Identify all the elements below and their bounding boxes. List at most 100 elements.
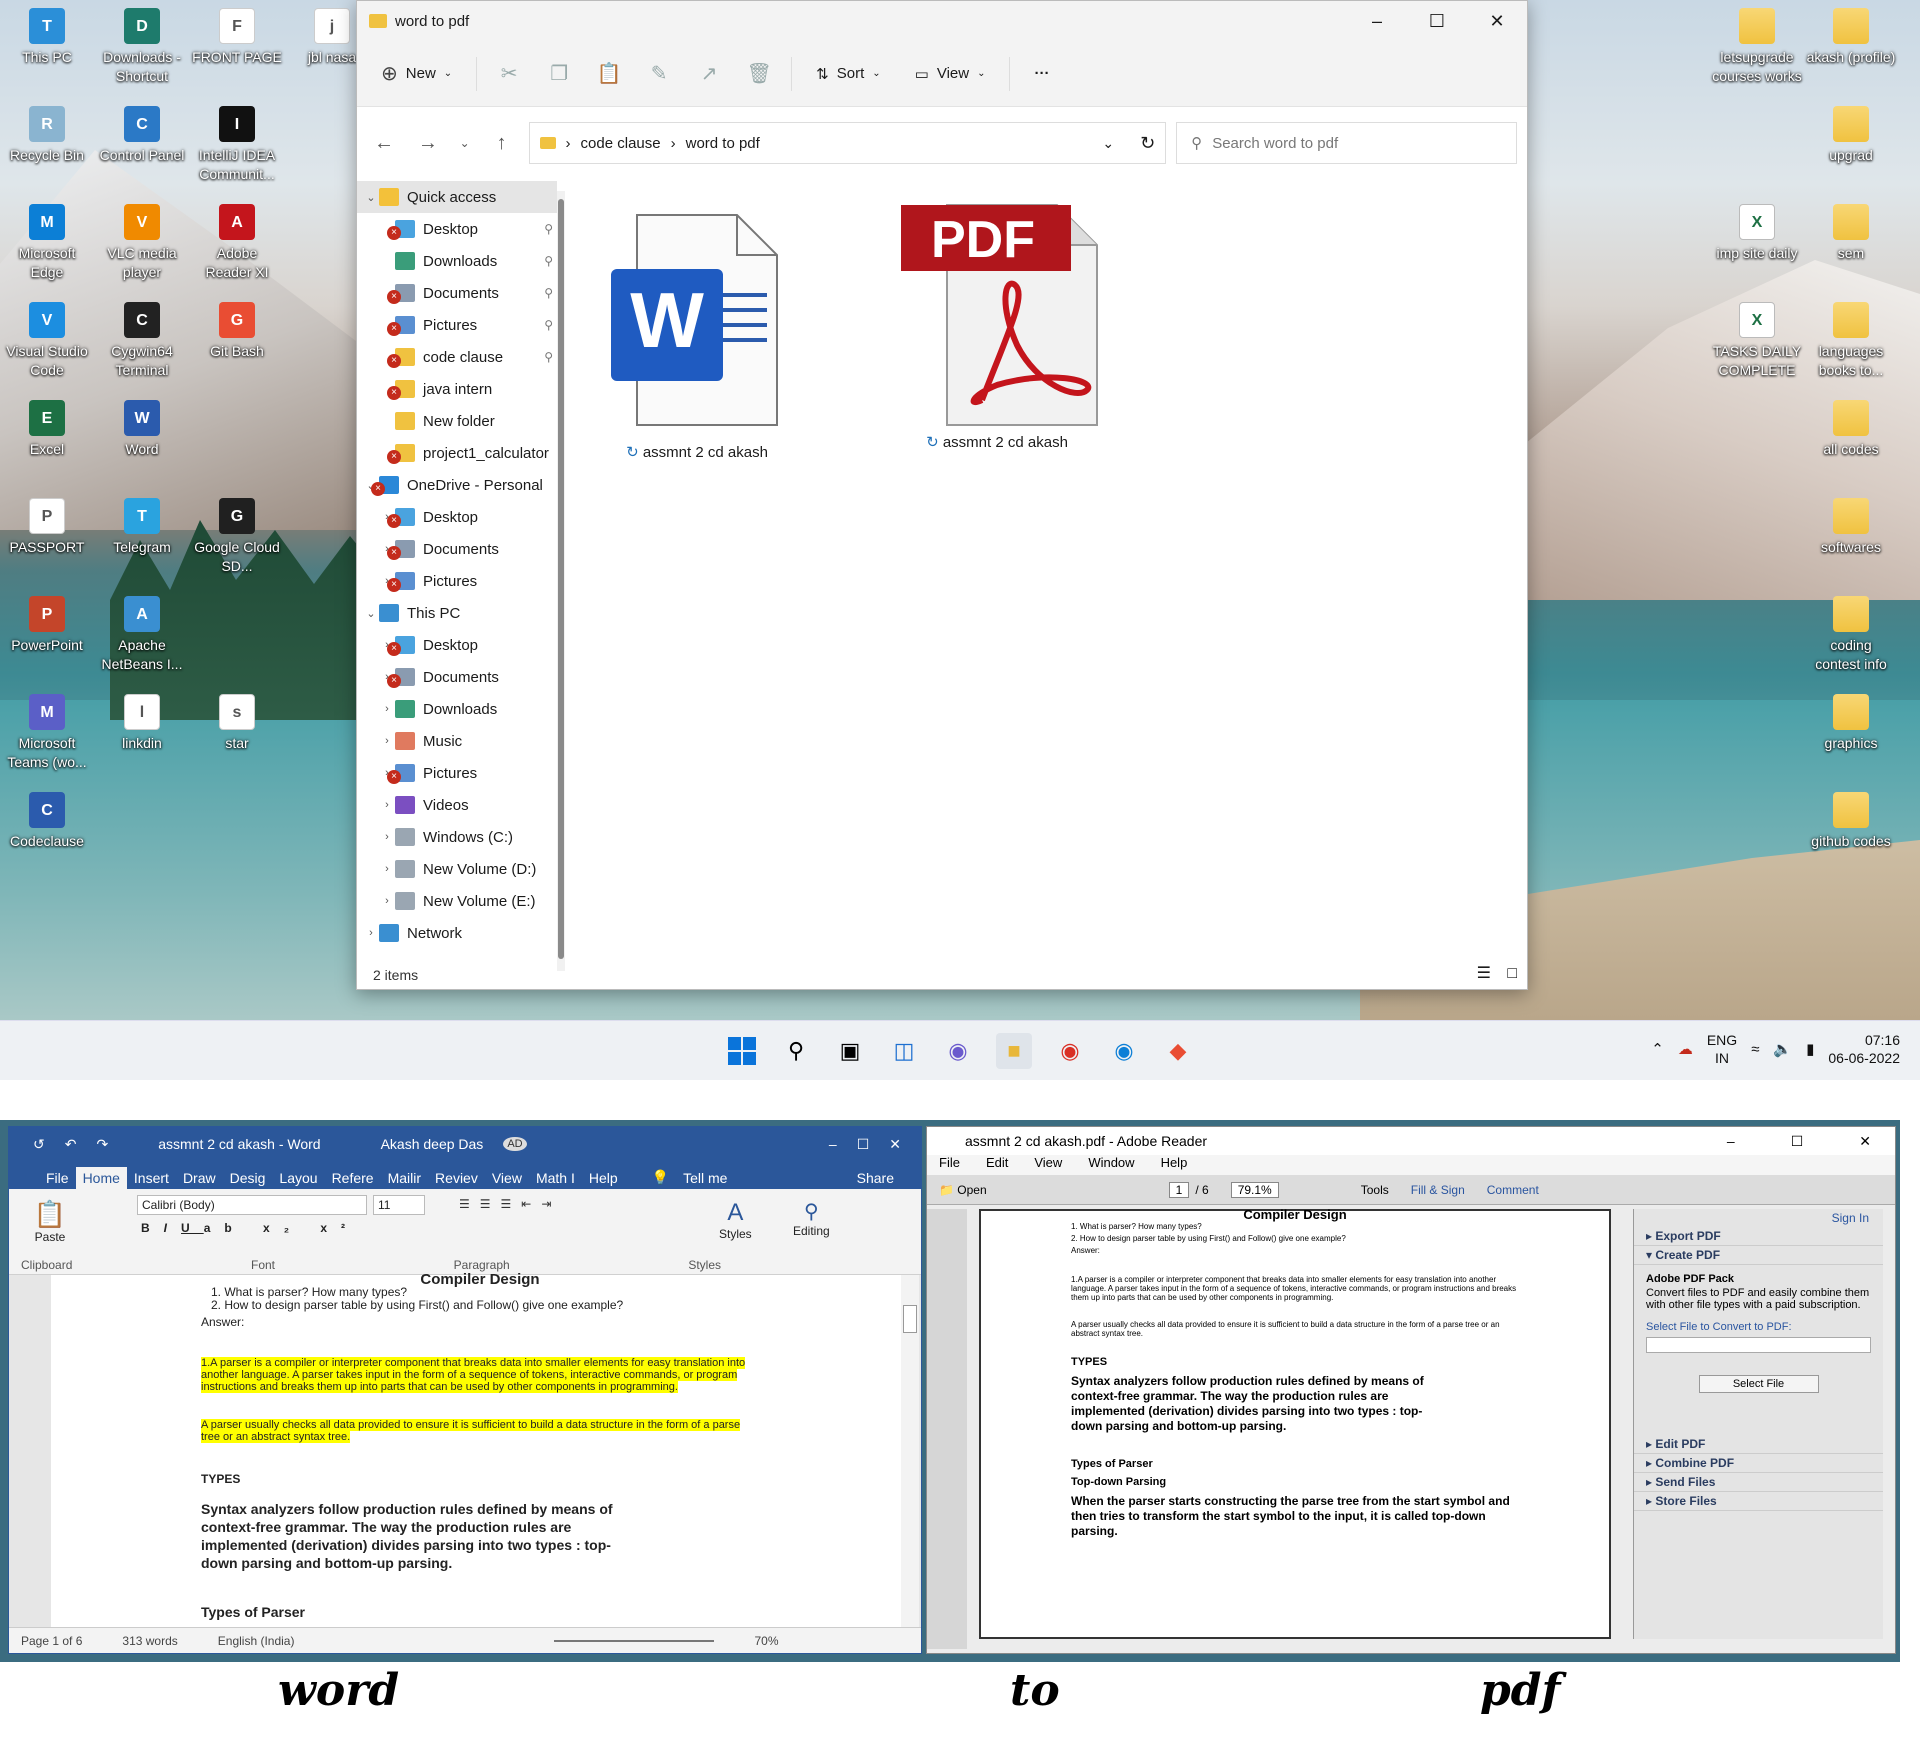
paragraph-buttons[interactable]: ☰☰☰⇤⇥ — [459, 1197, 561, 1211]
ribbon-tab[interactable]: Draw — [176, 1167, 223, 1189]
cut-icon[interactable]: ✂ — [491, 61, 527, 86]
desktop-folder[interactable]: letsupgrade courses works — [1712, 8, 1802, 86]
maximize-button[interactable]: ☐ — [857, 1136, 870, 1153]
ribbon-tab[interactable]: Layou — [272, 1167, 324, 1189]
scroll-thumb[interactable] — [903, 1305, 917, 1333]
ribbon-tab[interactable]: Reviev — [428, 1167, 485, 1189]
ribbon-tab[interactable]: Mailir — [381, 1167, 428, 1189]
start-icon[interactable] — [724, 1033, 760, 1069]
nav-item-quick[interactable]: Downloads ⚲ — [357, 245, 557, 277]
desktop-icon[interactable]: D Downloads - Shortcut — [97, 8, 187, 86]
desktop-folder[interactable]: coding contest info — [1806, 596, 1896, 674]
desktop-icon[interactable]: C Codeclause — [2, 792, 92, 851]
maximize-button[interactable]: ☐ — [1791, 1133, 1804, 1150]
desktop-folder[interactable]: all codes — [1806, 400, 1896, 459]
tools-tab[interactable]: Tools — [1361, 1183, 1389, 1197]
zoom-slider[interactable] — [554, 1639, 715, 1642]
ribbon-tab[interactable]: Math I — [529, 1167, 582, 1189]
nav-network[interactable]: › Network — [357, 917, 557, 949]
file-input[interactable] — [1646, 1337, 1871, 1353]
desktop-icon[interactable]: l linkdin — [97, 694, 187, 753]
ribbon-tab[interactable]: Help — [582, 1167, 625, 1189]
nav-item-pc[interactable]: › Downloads — [357, 693, 557, 725]
export-pdf-section[interactable]: ▸ Export PDF — [1634, 1227, 1883, 1246]
share-icon[interactable]: ↗ — [691, 61, 727, 86]
open-button[interactable]: 📁 Open — [939, 1183, 987, 1197]
menu-item[interactable]: View — [1034, 1155, 1062, 1175]
recent-chevron-icon[interactable]: ⌄ — [455, 136, 475, 150]
ribbon-tab[interactable]: Insert — [127, 1167, 176, 1189]
tools-section[interactable]: ▸ Send Files — [1634, 1473, 1883, 1492]
paste-icon[interactable]: 📋 — [591, 61, 627, 86]
desktop-icon[interactable]: C Cygwin64 Terminal — [97, 302, 187, 380]
menu-item[interactable]: Edit — [986, 1155, 1008, 1175]
nav-item-quick[interactable]: × Documents ⚲ — [357, 277, 557, 309]
paste-button[interactable]: 📋 Paste — [25, 1199, 75, 1244]
fill-sign-tab[interactable]: Fill & Sign — [1411, 1183, 1465, 1197]
desktop-icon[interactable]: A Apache NetBeans I... — [97, 596, 187, 674]
desktop-icon[interactable]: C Control Panel — [97, 106, 187, 165]
file-item-word[interactable]: W ↻ assmnt 2 cd akash — [587, 195, 807, 461]
more-button[interactable]: ··· — [1024, 59, 1059, 88]
tools-section[interactable]: ▸ Store Files — [1634, 1492, 1883, 1511]
page-number-input[interactable]: 1 — [1168, 1181, 1190, 1198]
desktop-folder[interactable]: softwares — [1806, 498, 1896, 557]
nav-item-pc[interactable]: › Windows (C:) — [357, 821, 557, 853]
nav-item-quick[interactable]: × java intern — [357, 373, 557, 405]
font-size-select[interactable]: 11 — [373, 1195, 425, 1215]
chat-icon[interactable]: ◉ — [940, 1033, 976, 1069]
tools-section[interactable]: ▸ Combine PDF — [1634, 1454, 1883, 1473]
nav-item-pc[interactable]: ›×Documents — [357, 661, 557, 693]
desktop-folder[interactable]: languages books to... — [1806, 302, 1896, 380]
volume-icon[interactable]: 🔈 — [1773, 1040, 1792, 1058]
nav-this-pc[interactable]: ⌄ This PC — [357, 597, 557, 629]
ribbon-tab[interactable]: File — [39, 1167, 76, 1189]
up-arrow-icon[interactable]: ↑ — [485, 132, 519, 155]
chevron-icon[interactable]: › — [379, 703, 395, 715]
avatar[interactable]: AD — [503, 1137, 527, 1151]
minimize-button[interactable]: – — [1347, 1, 1407, 41]
autosave-icon[interactable]: ↺ — [33, 1136, 45, 1153]
share-button[interactable]: Share — [850, 1167, 901, 1189]
desktop-icon[interactable]: G Git Bash — [192, 302, 282, 361]
desktop-folder[interactable]: X TASKS DAILY COMPLETE — [1712, 302, 1802, 380]
edge-icon[interactable]: ◉ — [1106, 1033, 1142, 1069]
comment-tab[interactable]: Comment — [1487, 1183, 1539, 1197]
battery-icon[interactable]: ▮ — [1806, 1040, 1814, 1058]
nav-item-quick[interactable]: × Pictures ⚲ — [357, 309, 557, 341]
tell-me-search[interactable]: Tell me — [676, 1167, 734, 1189]
doc-scrollbar[interactable] — [901, 1275, 919, 1627]
details-view-icon[interactable]: ☰ — [1477, 963, 1491, 983]
desktop-folder[interactable]: graphics — [1806, 694, 1896, 753]
close-button[interactable]: ✕ — [1859, 1133, 1871, 1150]
widgets-icon[interactable]: ◫ — [886, 1033, 922, 1069]
task-view-icon[interactable]: ▣ — [832, 1033, 868, 1069]
nav-item-pc[interactable]: › New Volume (E:) — [357, 885, 557, 917]
desktop-icon[interactable]: V VLC media player — [97, 204, 187, 282]
nav-item-pc[interactable]: › Music — [357, 725, 557, 757]
editing-button[interactable]: ⚲ Editing — [793, 1199, 830, 1238]
copy-icon[interactable]: ❐ — [541, 61, 577, 86]
delete-icon[interactable]: 🗑 — [741, 61, 777, 86]
desktop-icon[interactable]: F FRONT PAGE — [192, 8, 282, 67]
scroll-thumb[interactable] — [558, 199, 564, 959]
desktop-folder[interactable]: sem — [1806, 204, 1896, 263]
nav-item-onedrive[interactable]: ›×Desktop — [357, 501, 557, 533]
file-item-pdf[interactable]: PDF ↻ assmnt 2 cd akash — [887, 185, 1107, 451]
forward-arrow-icon[interactable]: → — [411, 132, 445, 155]
search-input[interactable]: ⚲ Search word to pdf — [1176, 122, 1518, 164]
zoom-level[interactable]: 70% — [754, 1634, 778, 1648]
chevron-up-icon[interactable]: ⌃ — [1651, 1040, 1664, 1058]
chevron-icon[interactable]: › — [363, 927, 379, 939]
menu-item[interactable]: File — [939, 1155, 960, 1175]
minimize-button[interactable]: – — [1727, 1133, 1735, 1149]
desktop-icon[interactable]: s star — [192, 694, 282, 753]
nav-item-onedrive[interactable]: ›×Documents — [357, 533, 557, 565]
chevron-icon[interactable]: › — [379, 895, 395, 907]
document-page[interactable]: Compiler Design 1. What is parser? How m… — [51, 1272, 909, 1627]
sort-button[interactable]: ⇅ Sort ⌄ — [806, 59, 890, 89]
clock[interactable]: 07:16 06-06-2022 — [1828, 1031, 1900, 1067]
nav-quick-access[interactable]: ⌄ Quick access — [357, 181, 557, 213]
nav-item-quick[interactable]: New folder — [357, 405, 557, 437]
select-file-button[interactable]: Select File — [1698, 1375, 1819, 1393]
